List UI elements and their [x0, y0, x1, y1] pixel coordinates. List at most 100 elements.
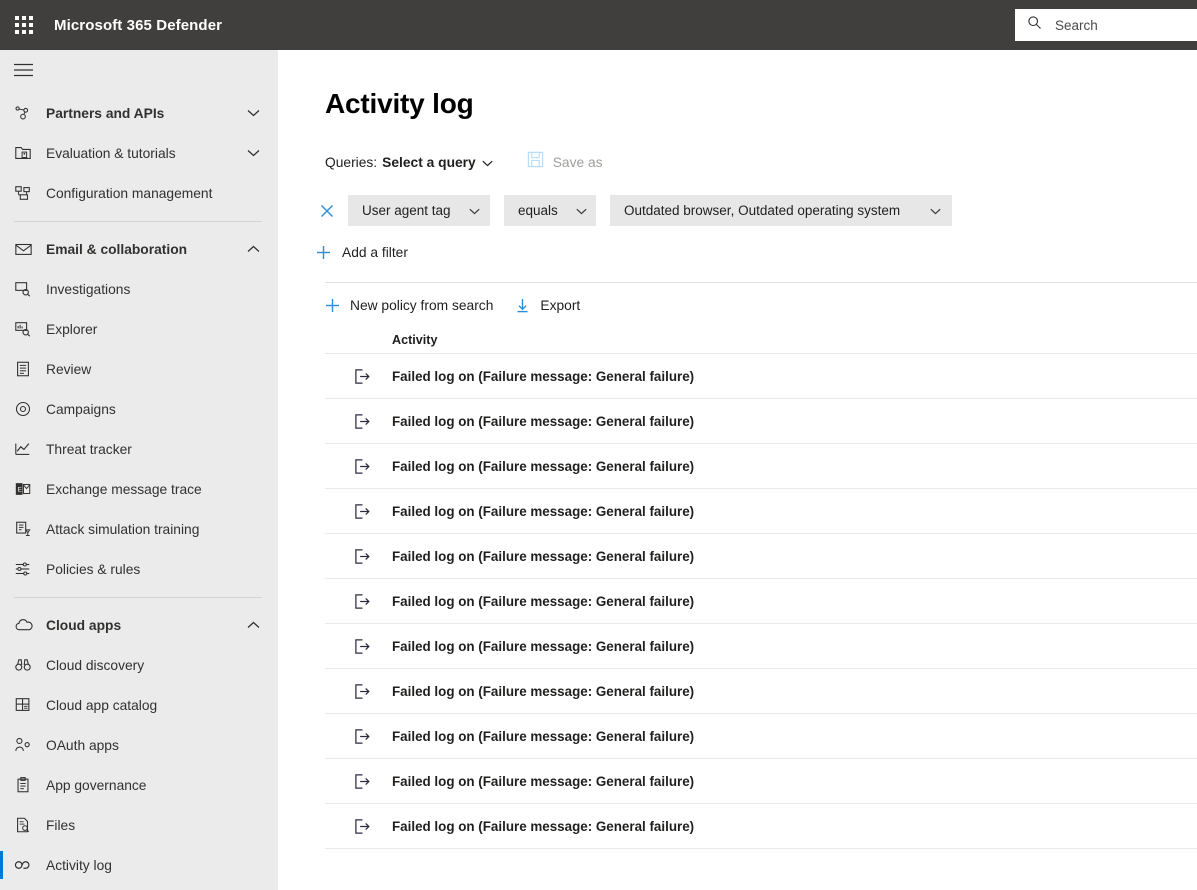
table-row[interactable]: Failed log on (Failure message: General … [325, 714, 1197, 759]
table-row[interactable]: Failed log on (Failure message: General … [325, 354, 1197, 399]
threat-tracker-icon [14, 440, 40, 458]
activity-description: Failed log on (Failure message: General … [392, 639, 694, 654]
activity-description: Failed log on (Failure message: General … [392, 729, 694, 744]
sidebar-item-files[interactable]: Files [0, 805, 278, 845]
sidebar-item-label: Cloud app catalog [46, 698, 157, 713]
save-as-button[interactable]: Save as [527, 151, 603, 173]
column-header-activity: Activity [392, 333, 438, 347]
add-filter-button[interactable]: Add a filter [316, 245, 408, 260]
cloud-icon [14, 617, 40, 633]
queries-bar: Queries: Select a query Save as [325, 151, 1197, 173]
new-policy-from-search-button[interactable]: New policy from search [325, 298, 493, 313]
sidebar-item-label: Attack simulation training [46, 522, 199, 537]
sidebar-item-label: Evaluation & tutorials [46, 146, 176, 161]
chevron-down-icon [469, 203, 480, 218]
table-row[interactable]: Failed log on (Failure message: General … [325, 489, 1197, 534]
sidebar-item-policies-rules[interactable]: Policies & rules [0, 549, 278, 589]
sidebar-divider [14, 597, 262, 598]
chevron-up-icon[interactable] [247, 245, 260, 253]
query-selector[interactable]: Select a query [382, 155, 493, 170]
table-row[interactable]: Failed log on (Failure message: General … [325, 804, 1197, 849]
sidebar-item-email-collaboration[interactable]: Email & collaboration [0, 229, 278, 269]
sidebar-item-label: Campaigns [46, 402, 116, 417]
sign-out-arrow-icon [325, 638, 392, 655]
table-row[interactable]: Failed log on (Failure message: General … [325, 444, 1197, 489]
filter-value-dropdown[interactable]: Outdated browser, Outdated operating sys… [610, 195, 952, 226]
sidebar-item-campaigns[interactable]: Campaigns [0, 389, 278, 429]
catalog-grid-icon [14, 696, 40, 714]
chevron-down-icon[interactable] [247, 109, 260, 117]
evaluation-tutorials-icon [14, 144, 40, 162]
review-icon [14, 360, 40, 378]
sidebar-item-evaluation-tutorials[interactable]: Evaluation & tutorials [0, 133, 278, 173]
binoculars-icon [14, 656, 40, 674]
activity-description: Failed log on (Failure message: General … [392, 504, 694, 519]
table-row[interactable]: Failed log on (Failure message: General … [325, 534, 1197, 579]
sidebar-item-cloud-app-catalog[interactable]: Cloud app catalog [0, 685, 278, 725]
sidebar-item-label: Exchange message trace [46, 482, 202, 497]
table-row[interactable]: Failed log on (Failure message: General … [325, 399, 1197, 444]
table-header-row: Activity User [325, 327, 1197, 354]
search-input[interactable] [1053, 17, 1183, 34]
table-row[interactable]: Failed log on (Failure message: General … [325, 669, 1197, 714]
sidebar-item-label: Cloud apps [46, 618, 121, 633]
sidebar-item-cloud-apps[interactable]: Cloud apps [0, 605, 278, 645]
sign-out-arrow-icon [325, 593, 392, 610]
new-policy-from-search-label: New policy from search [350, 298, 493, 313]
sidebar-item-threat-tracker[interactable]: Threat tracker [0, 429, 278, 469]
explorer-icon [14, 320, 40, 338]
plus-icon [325, 298, 340, 313]
sidebar-item-explorer[interactable]: Explorer [0, 309, 278, 349]
sidebar-item-label: Review [46, 362, 91, 377]
table-row[interactable]: Failed log on (Failure message: General … [325, 759, 1197, 804]
sidebar-navigation: Partners and APIs Evaluation & tutorials… [0, 50, 278, 890]
sign-out-arrow-icon [325, 683, 392, 700]
activity-description: Failed log on (Failure message: General … [392, 414, 694, 429]
filter-operator-dropdown[interactable]: equals [504, 195, 596, 226]
sidebar-item-label: App governance [46, 778, 147, 793]
sidebar-item-label: OAuth apps [46, 738, 119, 753]
chevron-down-icon [930, 203, 941, 218]
app-launcher-icon[interactable] [0, 0, 48, 50]
sign-out-arrow-icon [325, 728, 392, 745]
global-search[interactable] [1015, 9, 1197, 41]
sign-out-arrow-icon [325, 773, 392, 790]
sign-out-arrow-icon [325, 503, 392, 520]
sidebar-item-partners-and-apis[interactable]: Partners and APIs [0, 93, 278, 133]
sidebar-item-label: Files [46, 818, 75, 833]
chevron-down-icon [482, 155, 493, 170]
sidebar-item-investigations[interactable]: Investigations [0, 269, 278, 309]
table-row[interactable]: Failed log on (Failure message: General … [325, 624, 1197, 669]
plus-icon [316, 245, 331, 260]
sidebar-item-review[interactable]: Review [0, 349, 278, 389]
sidebar-item-cloud-discovery[interactable]: Cloud discovery [0, 645, 278, 685]
oauth-apps-icon [14, 736, 40, 754]
sidebar-item-configuration-management[interactable]: Configuration management [0, 173, 278, 213]
table-body: Failed log on (Failure message: General … [325, 354, 1197, 849]
sidebar-item-exchange-message-trace[interactable]: E Exchange message trace [0, 469, 278, 509]
sign-out-arrow-icon [325, 368, 392, 385]
sidebar-item-attack-simulation-training[interactable]: Attack simulation training [0, 509, 278, 549]
sidebar-item-activity-log[interactable]: Activity log [0, 845, 278, 885]
page-title: Activity log [325, 88, 1197, 120]
results-toolbar: New policy from search Export [325, 283, 1197, 327]
chevron-up-icon[interactable] [247, 621, 260, 629]
save-disk-icon [527, 151, 544, 173]
sidebar-item-app-governance[interactable]: App governance [0, 765, 278, 805]
add-filter-label: Add a filter [342, 245, 408, 260]
main-content: Activity log Queries: Select a query Sav… [278, 50, 1197, 890]
envelope-icon [14, 240, 40, 258]
queries-label: Queries: [325, 155, 377, 170]
sidebar-item-label: Activity log [46, 858, 112, 873]
hamburger-menu-icon[interactable] [0, 50, 278, 90]
table-row[interactable]: Failed log on (Failure message: General … [325, 579, 1197, 624]
activity-description: Failed log on (Failure message: General … [392, 594, 694, 609]
close-x-icon[interactable] [316, 200, 338, 222]
partners-api-icon [14, 104, 40, 122]
export-button[interactable]: Export [515, 298, 580, 313]
activity-log-icon [14, 858, 40, 872]
filter-field-dropdown[interactable]: User agent tag [348, 195, 490, 226]
chevron-down-icon[interactable] [247, 149, 260, 157]
sidebar-item-oauth-apps[interactable]: OAuth apps [0, 725, 278, 765]
sidebar-item-label: Investigations [46, 282, 130, 297]
